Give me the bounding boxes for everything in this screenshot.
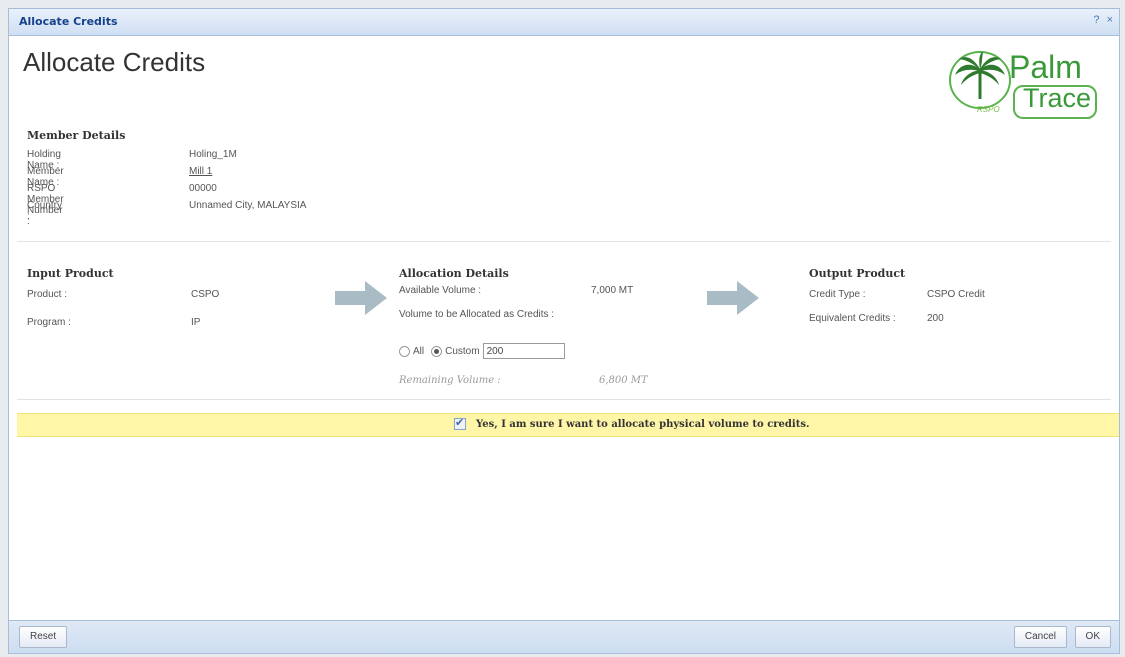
palm-trace-logo: Palm Trace RSPO: [947, 47, 1107, 119]
divider: [17, 399, 1111, 400]
product-value: CSPO: [191, 289, 220, 300]
credit-type-value: CSPO Credit: [927, 289, 985, 300]
radio-all-label: All: [413, 345, 425, 357]
allocation-options: All Custom: [399, 343, 565, 359]
input-product-heading: Input Product: [27, 267, 114, 280]
arrow-right-icon: [707, 281, 759, 315]
window-title: Allocate Credits: [19, 15, 118, 28]
cancel-button[interactable]: Cancel: [1013, 626, 1067, 648]
help-icon[interactable]: ?: [1093, 14, 1099, 26]
radio-custom-label: Custom: [445, 345, 480, 357]
credit-type-label: Credit Type :: [809, 289, 866, 300]
radio-all[interactable]: [399, 345, 410, 357]
allocate-credits-dialog: Allocate Credits ? × Allocate Credits Pa…: [8, 8, 1120, 654]
country-label: Country :: [27, 200, 63, 222]
page-title: Allocate Credits: [23, 47, 206, 77]
radio-custom[interactable]: [431, 345, 443, 357]
available-volume-value: 7,000 MT: [591, 285, 634, 296]
remaining-volume-label: Remaining Volume :: [399, 375, 501, 386]
confirmation-bar: Yes, I am sure I want to allocate physic…: [17, 413, 1119, 437]
program-value: IP: [191, 317, 201, 328]
confirm-text: Yes, I am sure I want to allocate physic…: [476, 418, 810, 430]
holding-name-value: Holing_1M: [189, 149, 237, 160]
remaining-volume-value: 6,800 MT: [599, 375, 648, 386]
window-titlebar[interactable]: Allocate Credits ? ×: [9, 9, 1119, 36]
custom-volume-input[interactable]: [482, 343, 565, 359]
arrow-right-icon: [335, 281, 387, 315]
equivalent-credits-value: 200: [927, 313, 944, 324]
reset-button[interactable]: Reset: [19, 626, 68, 648]
logo-rspo-text: RSPO: [977, 105, 1000, 114]
confirmation-row: Yes, I am sure I want to allocate physic…: [454, 416, 810, 430]
volume-to-allocate-label: Volume to be Allocated as Credits :: [399, 309, 555, 320]
ok-button[interactable]: OK: [1074, 626, 1111, 648]
available-volume-label: Available Volume :: [399, 285, 482, 296]
member-details-heading: Member Details: [27, 129, 126, 142]
rspo-member-number-value: 00000: [189, 183, 217, 194]
equivalent-credits-label: Equivalent Credits :: [809, 313, 896, 324]
palm-tree-icon: [949, 51, 1011, 109]
window-tools: ? ×: [1089, 14, 1113, 26]
logo-trace-text: Trace: [1023, 83, 1092, 113]
output-product-heading: Output Product: [809, 267, 906, 280]
product-label: Product :: [27, 289, 68, 300]
dialog-footer: Reset Cancel OK: [9, 620, 1119, 653]
divider: [17, 241, 1111, 242]
close-icon[interactable]: ×: [1107, 14, 1113, 26]
logo-palm-text: Palm: [1009, 49, 1082, 85]
country-value: Unnamed City, MALAYSIA: [189, 200, 307, 211]
confirm-checkbox[interactable]: [454, 416, 466, 430]
member-name-link[interactable]: Mill 1: [189, 166, 212, 177]
program-label: Program :: [27, 317, 71, 328]
allocation-details-heading: Allocation Details: [399, 267, 509, 280]
